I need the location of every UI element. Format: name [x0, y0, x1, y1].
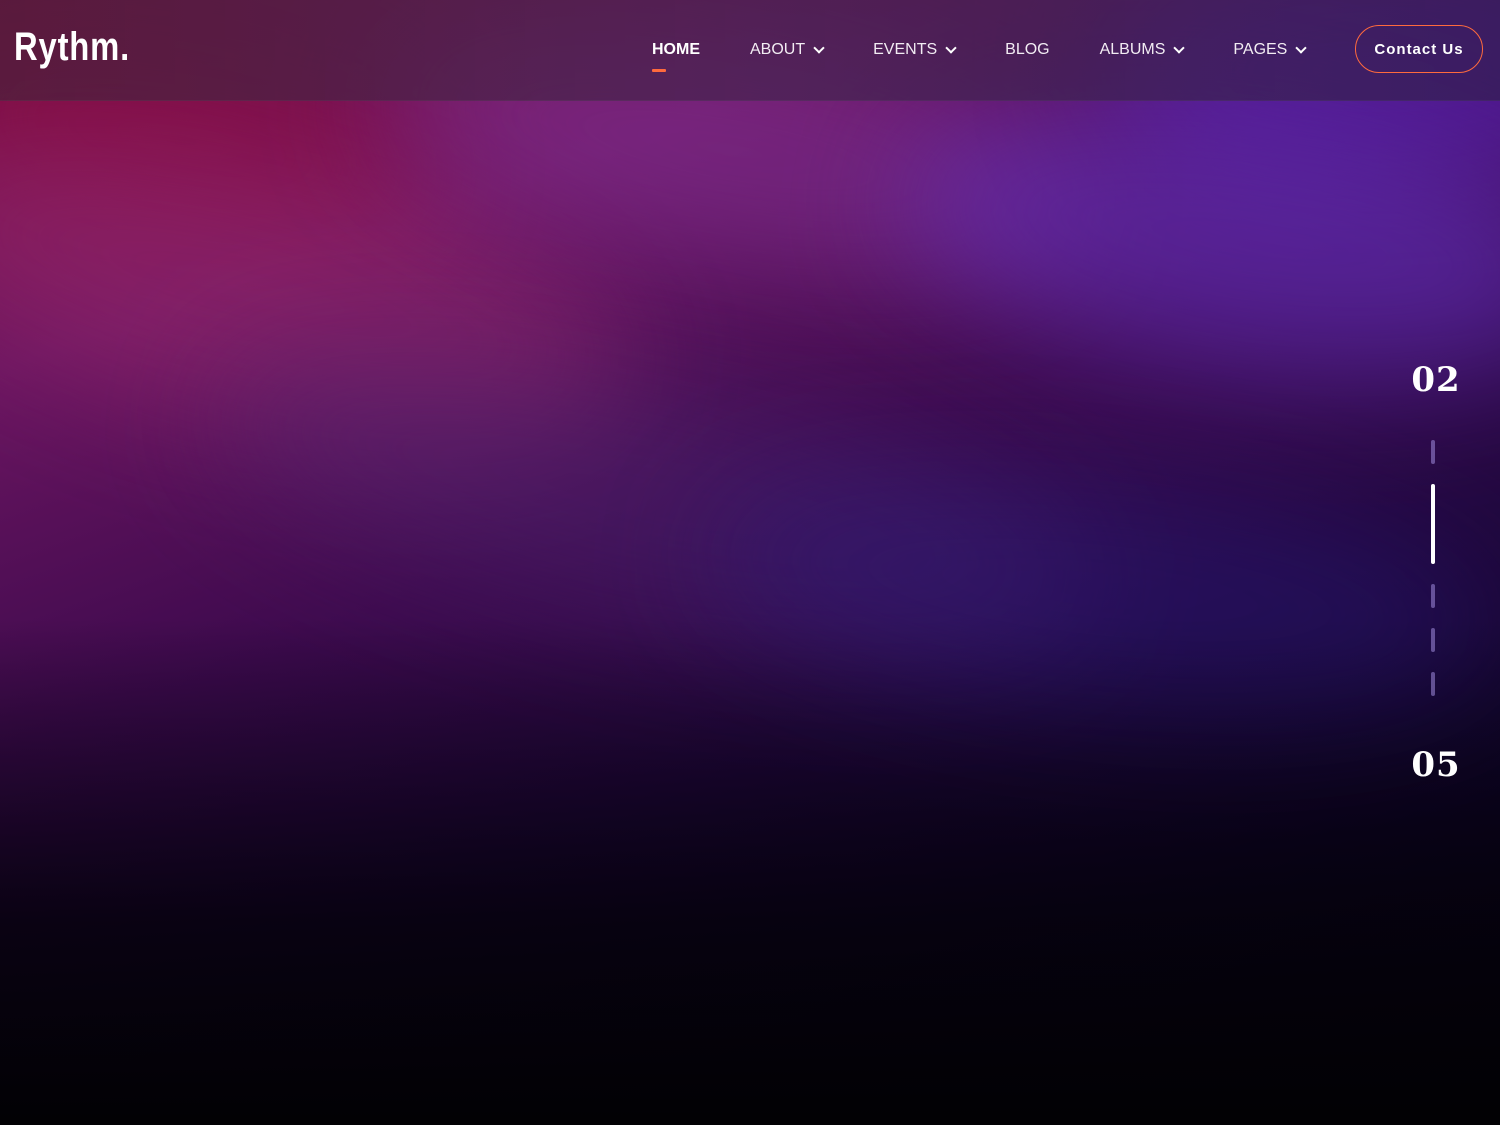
- slide-current-number: 02: [1411, 360, 1461, 400]
- slide-dash-4[interactable]: [1431, 628, 1435, 652]
- nav-item-about[interactable]: ABOUT: [750, 0, 825, 100]
- nav-item-label: PAGES: [1233, 41, 1288, 58]
- slide-dash-3[interactable]: [1431, 584, 1435, 608]
- active-indicator: [652, 69, 666, 72]
- slide-dash-1[interactable]: [1431, 440, 1435, 464]
- chevron-down-icon: [945, 41, 957, 54]
- chevron-down-icon: [813, 41, 825, 54]
- nav-item-home[interactable]: HOME: [652, 0, 700, 100]
- slide-dash-2-active[interactable]: [1431, 484, 1435, 564]
- nav-item-label: BLOG: [1005, 41, 1050, 58]
- contact-us-button[interactable]: Contact Us: [1355, 25, 1483, 73]
- nav-item-pages[interactable]: PAGES: [1233, 0, 1308, 100]
- nav-item-label: HOME: [652, 41, 700, 58]
- slide-total-number: 05: [1411, 745, 1461, 785]
- slide-pagination: [1430, 440, 1436, 716]
- nav-item-label: ALBUMS: [1099, 41, 1166, 58]
- nav-item-events[interactable]: EVENTS: [873, 0, 957, 100]
- main-nav: HOME ABOUT EVENTS BLOG ALBUMS PAGES: [652, 0, 1355, 100]
- chevron-down-icon: [1295, 41, 1308, 54]
- slide-dash-5[interactable]: [1431, 672, 1435, 696]
- site-logo[interactable]: Rythm.: [14, 23, 130, 71]
- nav-item-blog[interactable]: BLOG: [1005, 0, 1049, 100]
- nav-item-label: EVENTS: [873, 41, 938, 58]
- nav-item-label: ABOUT: [750, 41, 806, 58]
- chevron-down-icon: [1173, 41, 1186, 54]
- site-header: Rythm. HOME ABOUT EVENTS BLOG ALBUMS PAG…: [0, 0, 1500, 101]
- nav-item-albums[interactable]: ALBUMS: [1099, 0, 1186, 100]
- hero-background: [0, 0, 1500, 1125]
